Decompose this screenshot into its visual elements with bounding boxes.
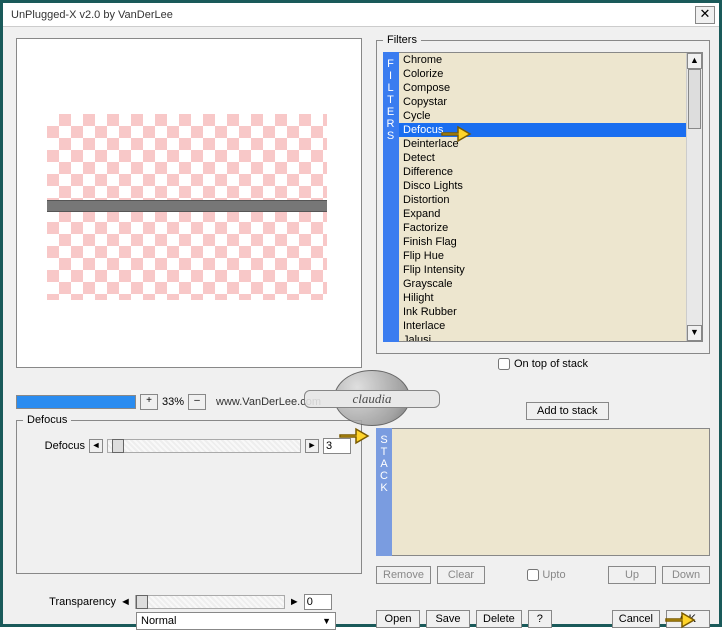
pointer-icon xyxy=(338,424,370,446)
preview-image xyxy=(47,114,327,300)
filter-item[interactable]: Finish Flag xyxy=(399,235,702,249)
transparency-increment[interactable]: ► xyxy=(289,596,300,608)
filters-list[interactable]: ChromeColorizeComposeCopystarCycleDefocu… xyxy=(399,52,703,342)
filters-legend: Filters xyxy=(383,34,421,46)
param-increment[interactable]: ► xyxy=(305,439,319,453)
chevron-down-icon: ▼ xyxy=(322,616,331,626)
filter-item[interactable]: Distortion xyxy=(399,193,702,207)
param-label: Defocus xyxy=(27,440,85,452)
filter-item[interactable]: Jalusi xyxy=(399,333,702,342)
upto-checkbox[interactable]: Upto xyxy=(527,569,565,581)
stack-tab[interactable]: STACK xyxy=(376,428,392,556)
transparency-input[interactable] xyxy=(304,594,332,610)
help-button[interactable]: ? xyxy=(528,610,552,628)
filter-item[interactable]: Interlace xyxy=(399,319,702,333)
preview-panel xyxy=(16,38,362,368)
cancel-button[interactable]: Cancel xyxy=(612,610,660,628)
filter-item[interactable]: Colorize xyxy=(399,67,702,81)
vendor-url[interactable]: www.VanDerLee.com xyxy=(216,396,321,408)
filter-item[interactable]: Flip Intensity xyxy=(399,263,702,277)
open-button[interactable]: Open xyxy=(376,610,420,628)
filter-item[interactable]: Disco Lights xyxy=(399,179,702,193)
parameter-legend: Defocus xyxy=(23,414,71,426)
filters-group: Filters FILTERS ChromeColorizeComposeCop… xyxy=(376,34,710,354)
clear-button[interactable]: Clear xyxy=(437,566,485,584)
param-slider[interactable] xyxy=(107,439,301,453)
zoom-in-button[interactable]: + xyxy=(140,394,158,410)
filter-item[interactable]: Ink Rubber xyxy=(399,305,702,319)
upto-input[interactable] xyxy=(527,569,539,581)
save-button[interactable]: Save xyxy=(426,610,470,628)
on-top-input[interactable] xyxy=(498,358,510,370)
scroll-down-icon[interactable]: ▼ xyxy=(687,325,702,341)
stack-list[interactable] xyxy=(392,428,710,556)
filter-item[interactable]: Expand xyxy=(399,207,702,221)
filter-item[interactable]: Grayscale xyxy=(399,277,702,291)
filters-tab[interactable]: FILTERS xyxy=(383,52,399,342)
filter-item[interactable]: Compose xyxy=(399,81,702,95)
window-title: UnPlugged-X v2.0 by VanDerLee xyxy=(11,9,695,21)
param-slider-thumb[interactable] xyxy=(112,439,124,453)
remove-button[interactable]: Remove xyxy=(376,566,431,584)
zoom-out-button[interactable]: – xyxy=(188,394,206,410)
up-button[interactable]: Up xyxy=(608,566,656,584)
pointer-icon xyxy=(440,122,472,144)
filter-item[interactable]: Hilight xyxy=(399,291,702,305)
filter-item[interactable]: Copystar xyxy=(399,95,702,109)
param-decrement[interactable]: ◄ xyxy=(89,439,103,453)
progress-bar xyxy=(16,395,136,409)
filter-item[interactable]: Factorize xyxy=(399,221,702,235)
down-button[interactable]: Down xyxy=(662,566,710,584)
transparency-slider[interactable] xyxy=(135,595,285,609)
on-top-label: On top of stack xyxy=(514,358,588,370)
transparency-thumb[interactable] xyxy=(136,595,148,609)
scroll-up-icon[interactable]: ▲ xyxy=(687,53,702,69)
transparency-label: Transparency xyxy=(26,596,116,608)
blend-mode-value: Normal xyxy=(141,615,176,627)
scroll-thumb[interactable] xyxy=(688,69,701,129)
delete-button[interactable]: Delete xyxy=(476,610,522,628)
add-to-stack-button[interactable]: Add to stack xyxy=(526,402,609,420)
parameter-group: Defocus Defocus ◄ ► xyxy=(16,414,362,574)
blend-mode-select[interactable]: Normal ▼ xyxy=(136,612,336,630)
filter-item[interactable]: Cycle xyxy=(399,109,702,123)
zoom-value: 33% xyxy=(162,396,184,408)
filter-item[interactable]: Detect xyxy=(399,151,702,165)
filters-scrollbar[interactable]: ▲ ▼ xyxy=(686,53,702,341)
filter-item[interactable]: Chrome xyxy=(399,53,702,67)
transparency-decrement[interactable]: ◄ xyxy=(120,596,131,608)
close-button[interactable]: ✕ xyxy=(695,6,715,24)
filter-item[interactable]: Difference xyxy=(399,165,702,179)
stack-panel: STACK xyxy=(376,428,710,556)
on-top-checkbox[interactable]: On top of stack xyxy=(498,358,588,370)
filter-item[interactable]: Flip Hue xyxy=(399,249,702,263)
